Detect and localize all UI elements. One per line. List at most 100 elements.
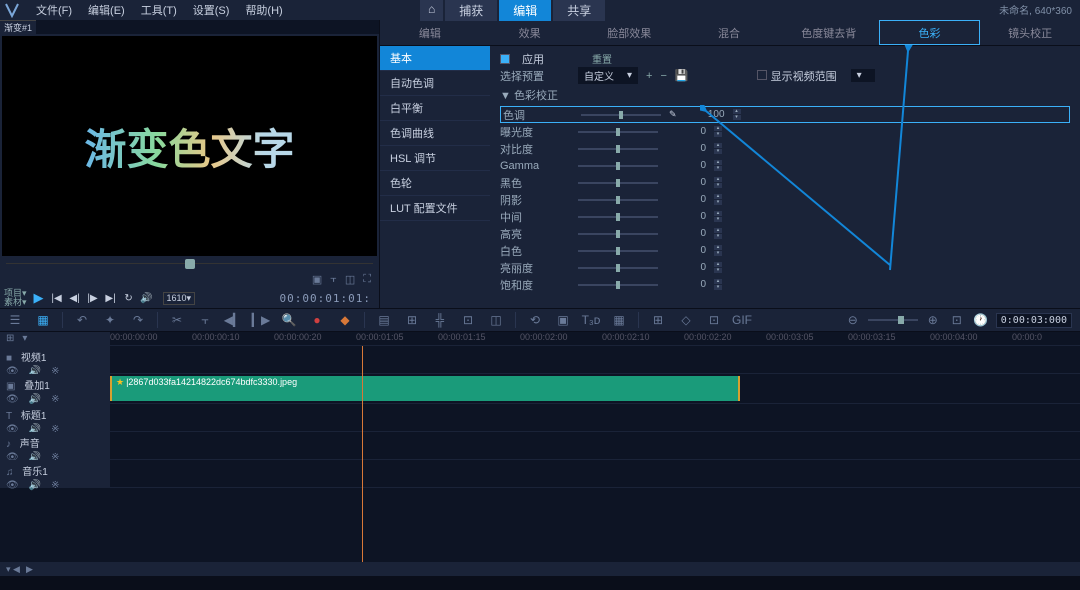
fps-selector[interactable]: 1610▾ (163, 292, 196, 305)
param-value[interactable]: 0 (666, 177, 706, 188)
goto-start-button[interactable]: |◀ (49, 290, 65, 306)
param-value[interactable]: 0 (666, 160, 706, 171)
timeline-clip[interactable]: ★|2867d033fa14214822dc674bdfc3330.jpeg (110, 376, 740, 401)
param-value[interactable]: 0 (666, 245, 706, 256)
play-button[interactable]: ▶ (31, 290, 47, 306)
mute-button[interactable]: 🔊 (139, 290, 155, 306)
zoom-out-icon[interactable]: ⊖ (844, 311, 862, 329)
tool-k-icon[interactable]: ⊡ (705, 311, 723, 329)
param-value[interactable]: 0 (666, 143, 706, 154)
fullscreen-icon[interactable]: ⛶ (363, 273, 371, 286)
track-body[interactable] (110, 346, 1080, 373)
param-slider[interactable] (578, 267, 658, 269)
tool-record-icon[interactable]: ● (308, 311, 326, 329)
param-value[interactable]: 0 (666, 228, 706, 239)
param-spinner[interactable]: ▴▾ (714, 160, 722, 172)
menu-help[interactable]: 帮助(H) (237, 2, 290, 18)
etab-face[interactable]: 脸部效果 (579, 20, 679, 45)
tool-i-icon[interactable]: ⊞ (649, 311, 667, 329)
eside-lut[interactable]: LUT 配置文件 (380, 196, 490, 221)
eyedropper-icon[interactable]: ✎ (669, 109, 677, 120)
zoom-in-icon[interactable]: ⊕ (924, 311, 942, 329)
eside-wb[interactable]: 白平衡 (380, 96, 490, 121)
toolbar-timecode[interactable]: 0:00:03:000 (996, 313, 1072, 328)
zoom-slider[interactable] (868, 319, 918, 321)
preview-tab[interactable]: 渐变#1 (0, 20, 36, 34)
crop-icon[interactable]: ▣ (312, 273, 322, 286)
param-slider[interactable] (578, 284, 658, 286)
param-slider[interactable] (578, 216, 658, 218)
goto-end-button[interactable]: ▶| (103, 290, 119, 306)
param-value[interactable]: 0 (666, 262, 706, 273)
aspect-icon[interactable]: ◫ (345, 273, 355, 286)
main-tab-edit[interactable]: 编辑 (499, 0, 551, 21)
track-body[interactable]: ★|2867d033fa14214822dc674bdfc3330.jpeg (110, 374, 1080, 403)
menu-settings[interactable]: 设置(S) (185, 2, 238, 18)
param-spinner[interactable]: ▴▾ (714, 143, 722, 155)
step-back-button[interactable]: ◀| (67, 290, 83, 306)
etab-blend[interactable]: 混合 (679, 20, 779, 45)
param-value[interactable]: 0 (666, 194, 706, 205)
param-value[interactable]: 0 (666, 211, 706, 222)
tool-h-icon[interactable]: ▦ (610, 311, 628, 329)
preset-dropdown[interactable]: 自定义▾ (578, 67, 638, 84)
tool-j-icon[interactable]: ◇ (677, 311, 695, 329)
preview-scrubber[interactable] (0, 258, 379, 270)
eside-wheel[interactable]: 色轮 (380, 171, 490, 196)
param-spinner[interactable]: ▴▾ (714, 211, 722, 223)
param-spinner[interactable]: ▴▾ (714, 177, 722, 189)
track-add-icon[interactable]: ⊞ (6, 333, 14, 344)
param-slider[interactable] (578, 148, 658, 150)
track-body[interactable] (110, 460, 1080, 487)
tool-b-icon[interactable]: ⊞ (403, 311, 421, 329)
etab-lens[interactable]: 镜头校正 (980, 20, 1080, 45)
menu-file[interactable]: 文件(F) (28, 2, 80, 18)
tool-g-icon[interactable]: ▣ (554, 311, 572, 329)
eside-hsl[interactable]: HSL 调节 (380, 146, 490, 171)
eside-autotone[interactable]: 自动色调 (380, 71, 490, 96)
tool-f-icon[interactable]: ⟲ (526, 311, 544, 329)
eside-basic[interactable]: 基本 (380, 46, 490, 71)
param-spinner[interactable]: ▴▾ (714, 279, 722, 291)
tool-fx-icon[interactable]: ✦ (101, 311, 119, 329)
track-mute-icon[interactable]: 🔊 (29, 480, 41, 491)
scroll-right-icon[interactable]: ▶ (26, 564, 33, 575)
menu-edit[interactable]: 编辑(E) (80, 2, 133, 18)
param-spinner[interactable]: ▴▾ (714, 194, 722, 206)
tool-gif-icon[interactable]: GIF (733, 311, 751, 329)
tool-zoom-icon[interactable]: 🔍 (280, 311, 298, 329)
scroll-left-icon[interactable]: ▾ ◀ (6, 564, 20, 575)
tool-a-icon[interactable]: ▤ (375, 311, 393, 329)
param-value[interactable]: 0 (666, 126, 706, 137)
track-body[interactable] (110, 404, 1080, 431)
param-slider[interactable] (578, 131, 658, 133)
storyboard-view-icon[interactable]: ☰ (6, 311, 24, 329)
reset-button[interactable]: 重置 (592, 51, 612, 66)
project-source-label[interactable]: 项目▾ 素材▾ (4, 289, 27, 307)
clock-icon[interactable]: 🕐 (972, 311, 990, 329)
tool-split-icon[interactable]: ⫟ (196, 311, 214, 329)
fit-icon[interactable]: ⊡ (948, 311, 966, 329)
param-spinner[interactable]: ▴▾ (714, 245, 722, 257)
etab-effect[interactable]: 效果 (480, 20, 580, 45)
menu-tools[interactable]: 工具(T) (133, 2, 185, 18)
main-tab-share[interactable]: 共享 (553, 0, 605, 21)
split-icon[interactable]: ⫟ (330, 273, 337, 286)
tool-e-icon[interactable]: ◫ (487, 311, 505, 329)
tool-d-icon[interactable]: ⊡ (459, 311, 477, 329)
etab-chroma[interactable]: 色度键去背 (779, 20, 879, 45)
tool-cut-icon[interactable]: ✂ (168, 311, 186, 329)
add-preset-icon[interactable]: + (646, 70, 652, 82)
param-slider[interactable] (581, 114, 661, 116)
param-value[interactable]: 0 (666, 279, 706, 290)
param-spinner[interactable]: ▴▾ (733, 109, 741, 121)
redo-icon[interactable]: ↷ (129, 311, 147, 329)
undo-icon[interactable]: ↶ (73, 311, 91, 329)
main-tab-home[interactable]: ⌂ (420, 0, 443, 21)
range-dropdown[interactable]: ▾ (851, 69, 875, 82)
param-spinner[interactable]: ▴▾ (714, 126, 722, 138)
track-menu-icon[interactable]: ▾ (22, 333, 27, 344)
param-value[interactable]: 100 (685, 109, 725, 120)
tool-marker-icon[interactable]: ◆ (336, 311, 354, 329)
track-body[interactable] (110, 432, 1080, 459)
